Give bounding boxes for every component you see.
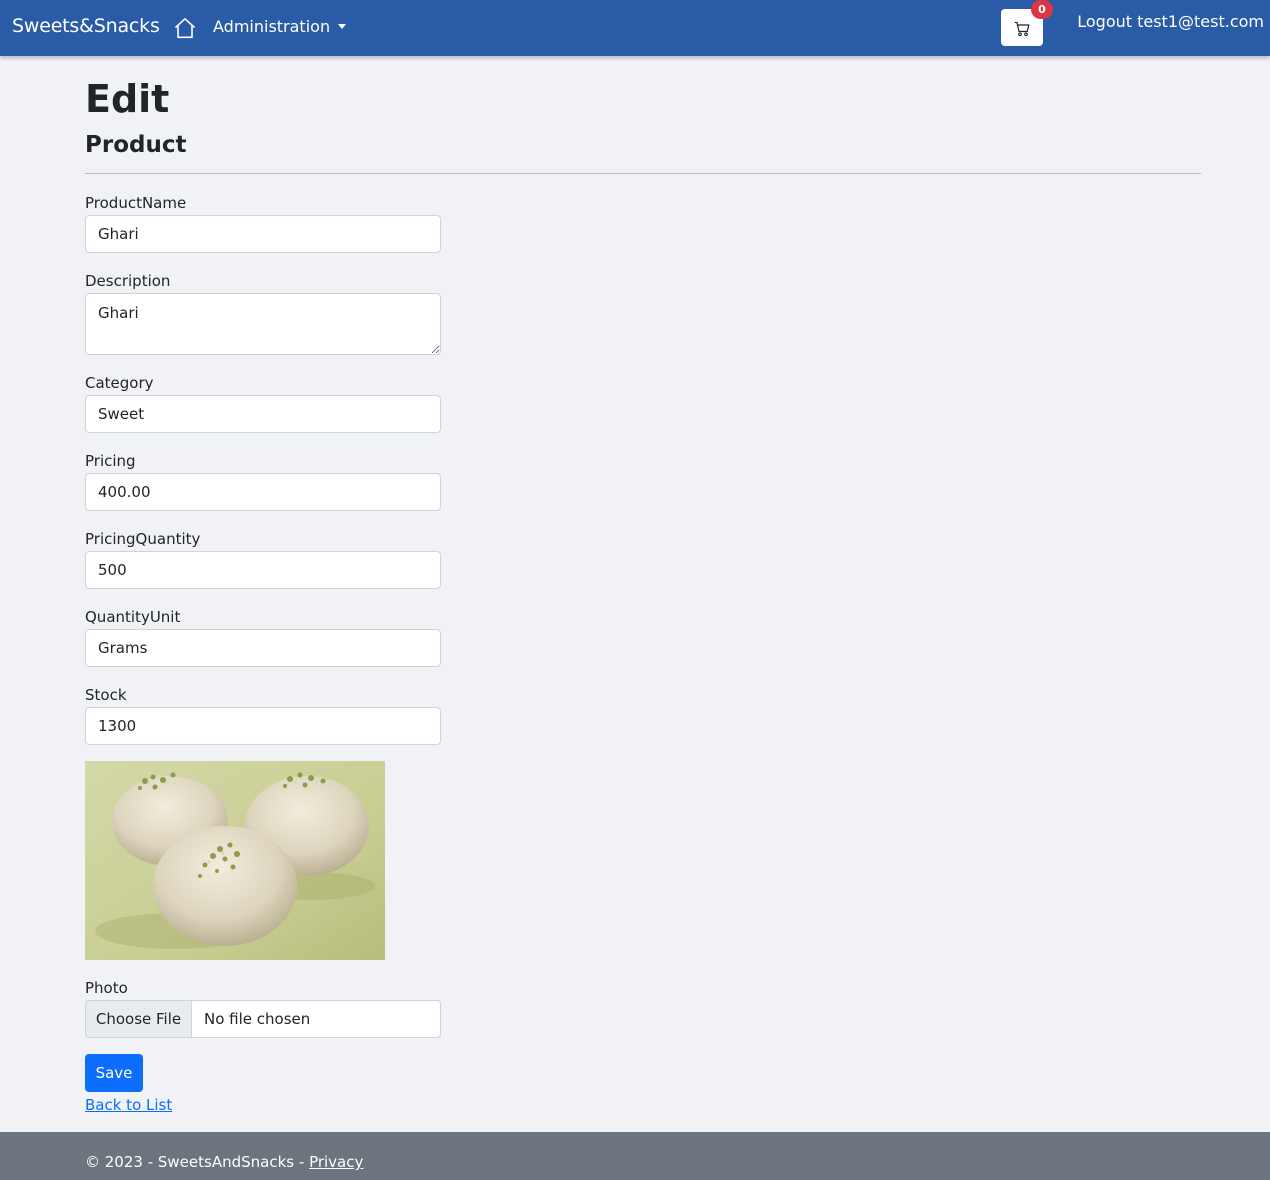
pricing-quantity-input[interactable] [85,551,441,589]
footer-text: © 2023 - SweetsAndSnacks - Privacy [85,1152,363,1172]
top-navbar: Sweets&Snacks Administration 0 Logout te… [0,0,1270,56]
product-name-input[interactable] [85,215,441,253]
photo-file-input[interactable]: Choose File No file chosen [85,1000,441,1038]
cart-count-badge: 0 [1031,0,1053,19]
pricing-input[interactable] [85,473,441,511]
quantity-unit-input[interactable] [85,629,441,667]
page-footer: © 2023 - SweetsAndSnacks - Privacy [0,1132,1270,1180]
page-title: Edit [85,77,170,121]
photo-label: Photo [85,979,128,997]
category-label: Category [85,374,154,392]
administration-dropdown[interactable]: Administration [213,17,347,36]
quantity-unit-label: QuantityUnit [85,608,181,626]
logout-link[interactable]: Logout test1@test.com [1077,12,1264,31]
pricing-label: Pricing [85,452,136,470]
description-textarea[interactable]: Ghari [85,293,441,355]
pricing-quantity-label: PricingQuantity [85,530,201,548]
divider [85,173,1201,174]
choose-file-button[interactable]: Choose File [86,1001,192,1037]
save-button[interactable]: Save [85,1054,143,1092]
home-icon[interactable] [173,16,197,40]
page-subtitle: Product [85,132,187,158]
cart-icon [1014,21,1030,37]
footer-copyright: © 2023 - SweetsAndSnacks - [85,1153,305,1171]
product-name-label: ProductName [85,194,187,212]
stock-label: Stock [85,686,127,704]
caret-down-icon [338,24,347,29]
administration-label: Administration [213,17,331,36]
back-to-list-link[interactable]: Back to List [85,1095,172,1115]
file-status-text: No file chosen [204,1010,311,1028]
description-label: Description [85,272,171,290]
product-photo [85,761,385,960]
privacy-link[interactable]: Privacy [309,1153,363,1171]
stock-input[interactable] [85,707,441,745]
brand-link[interactable]: Sweets&Snacks [12,15,160,37]
category-input[interactable] [85,395,441,433]
